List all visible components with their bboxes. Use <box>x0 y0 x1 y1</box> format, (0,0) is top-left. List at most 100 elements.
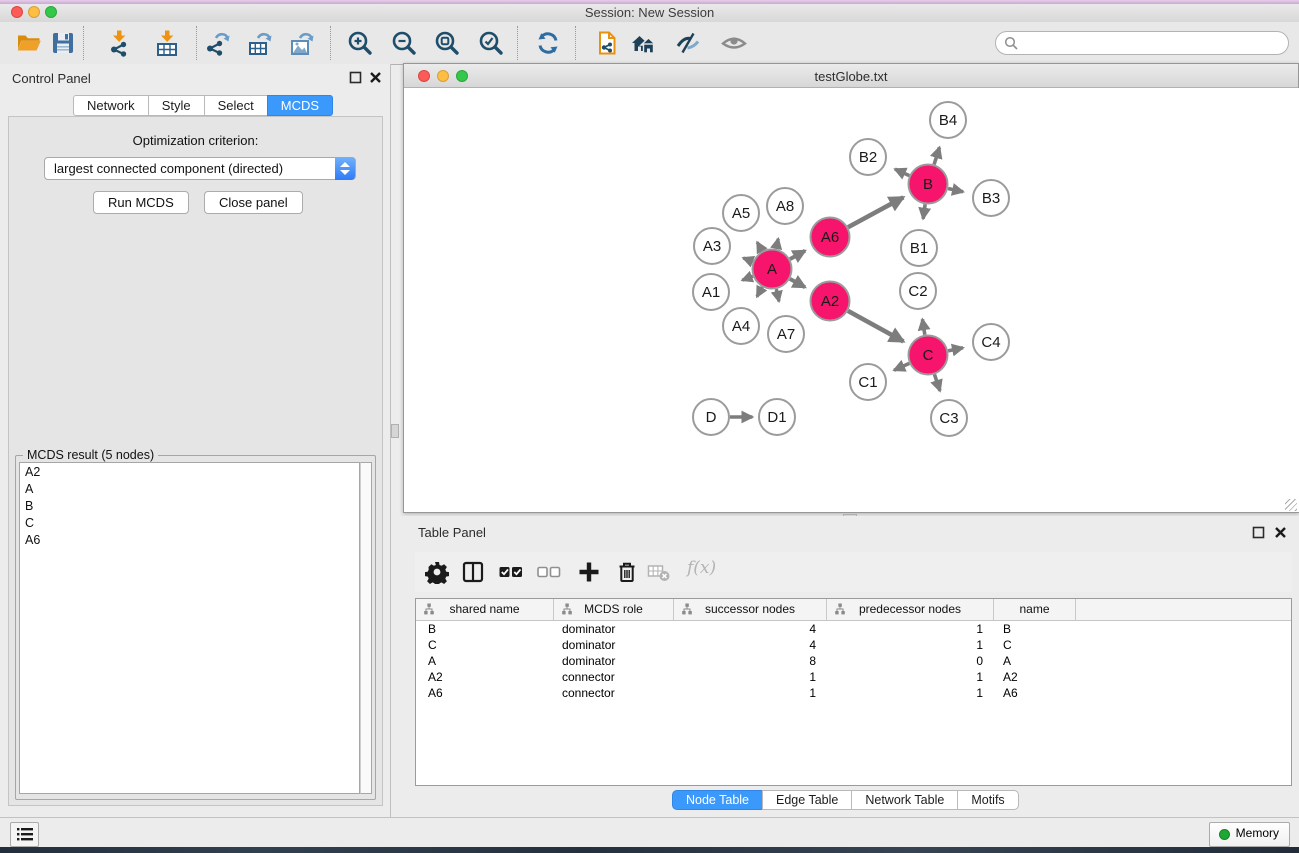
add-column-icon[interactable] <box>577 560 601 584</box>
node-A6[interactable]: A6 <box>811 218 850 257</box>
edge-C-C1[interactable] <box>894 363 909 370</box>
table-cell[interactable]: dominator <box>554 637 674 653</box>
save-session-icon[interactable] <box>49 29 77 57</box>
hide-labels-icon[interactable] <box>674 29 702 57</box>
select-all-icon[interactable] <box>499 560 523 584</box>
network-graph[interactable]: B4B2BB3A8A5A6A3B1AC2A1A2A4A7C4CC1DD1C3 <box>405 88 1299 512</box>
node-A3[interactable]: A3 <box>694 228 730 264</box>
edge-A-A4[interactable] <box>757 287 762 297</box>
tab-select[interactable]: Select <box>204 95 268 116</box>
table-row[interactable]: Bdominator41B <box>416 621 1291 637</box>
node-A4[interactable]: A4 <box>723 308 759 344</box>
table-row[interactable]: Adominator80A <box>416 653 1291 669</box>
zoom-in-icon[interactable] <box>346 29 374 57</box>
table-cell[interactable]: 4 <box>674 621 827 637</box>
node-A2[interactable]: A2 <box>811 282 850 321</box>
deselect-all-icon[interactable] <box>537 560 561 584</box>
table-cell[interactable]: 8 <box>674 653 827 669</box>
window-resize-grip[interactable] <box>1285 499 1297 511</box>
column-visibility-icon[interactable] <box>461 560 485 584</box>
node-C2[interactable]: C2 <box>900 273 936 309</box>
refresh-icon[interactable] <box>534 29 562 57</box>
column-header-shared-name[interactable]: shared name <box>416 599 554 620</box>
column-header-successor-nodes[interactable]: successor nodes <box>674 599 827 620</box>
float-panel-icon[interactable] <box>349 71 362 84</box>
table-cell[interactable]: dominator <box>554 621 674 637</box>
table-cell[interactable]: B <box>994 621 1076 637</box>
table-row[interactable]: A6connector11A6 <box>416 685 1291 701</box>
edge-B-B2[interactable] <box>895 169 909 175</box>
export-network-icon[interactable] <box>204 29 232 57</box>
delete-column-trash-icon[interactable] <box>615 560 639 584</box>
mcds-result-scrollbar[interactable] <box>360 462 372 794</box>
edge-A-A8[interactable] <box>776 239 778 249</box>
table-row[interactable]: Cdominator41C <box>416 637 1291 653</box>
memory-button[interactable]: Memory <box>1209 822 1290 847</box>
tab-network[interactable]: Network <box>73 95 149 116</box>
table-cell[interactable]: 0 <box>827 653 994 669</box>
table-cell[interactable]: 1 <box>827 669 994 685</box>
tab-edge-table[interactable]: Edge Table <box>762 790 852 810</box>
tab-motifs[interactable]: Motifs <box>957 790 1018 810</box>
run-mcds-button[interactable]: Run MCDS <box>93 191 189 214</box>
table-cell[interactable]: 4 <box>674 637 827 653</box>
table-cell[interactable]: C <box>416 637 554 653</box>
tab-mcds[interactable]: MCDS <box>267 95 333 116</box>
vertical-divider-grip[interactable] <box>391 424 399 438</box>
table-cell[interactable]: dominator <box>554 653 674 669</box>
edge-B-B3[interactable] <box>948 188 963 191</box>
node-C1[interactable]: C1 <box>850 364 886 400</box>
float-table-panel-icon[interactable] <box>1252 526 1265 539</box>
search-input[interactable] <box>1024 34 1283 54</box>
table-cell[interactable]: connector <box>554 669 674 685</box>
table-cell[interactable]: C <box>994 637 1076 653</box>
export-image-icon[interactable] <box>288 29 316 57</box>
mcds-result-list[interactable]: A2ABCA6 <box>19 462 360 794</box>
column-header-name[interactable]: name <box>994 599 1076 620</box>
node-B4[interactable]: B4 <box>930 102 966 138</box>
node-C3[interactable]: C3 <box>931 400 967 436</box>
task-history-button[interactable] <box>10 822 39 847</box>
table-cell[interactable]: A2 <box>994 669 1076 685</box>
node-A5[interactable]: A5 <box>723 195 759 231</box>
mcds-result-item[interactable]: C <box>20 514 359 531</box>
edge-A-A1[interactable] <box>742 276 753 280</box>
close-panel-button[interactable]: Close panel <box>204 191 303 214</box>
table-cell[interactable]: 1 <box>674 685 827 701</box>
node-A7[interactable]: A7 <box>768 316 804 352</box>
node-A[interactable]: A <box>753 250 792 289</box>
open-network-file-icon[interactable] <box>592 29 620 57</box>
edge-C-C3[interactable] <box>934 374 939 390</box>
node-C[interactable]: C <box>909 336 948 375</box>
edge-C-C2[interactable] <box>922 319 924 334</box>
table-cell[interactable]: A6 <box>994 685 1076 701</box>
criterion-dropdown[interactable]: largest connected component (directed) <box>44 157 356 180</box>
tab-node-table[interactable]: Node Table <box>672 790 763 810</box>
edge-B-B4[interactable] <box>934 147 939 164</box>
table-cell[interactable]: A <box>416 653 554 669</box>
table-cell[interactable]: B <box>416 621 554 637</box>
table-cell[interactable]: 1 <box>827 621 994 637</box>
mcds-result-item[interactable]: A6 <box>20 531 359 548</box>
node-A1[interactable]: A1 <box>693 274 729 310</box>
node-table[interactable]: shared nameMCDS rolesuccessor nodesprede… <box>415 598 1292 786</box>
close-panel-icon[interactable] <box>369 71 382 84</box>
table-cell[interactable]: 1 <box>827 637 994 653</box>
network-window-titlebar[interactable]: testGlobe.txt <box>404 64 1298 88</box>
edge-A-A3[interactable] <box>743 258 753 262</box>
node-B2[interactable]: B2 <box>850 139 886 175</box>
mcds-result-item[interactable]: A2 <box>20 463 359 480</box>
function-builder-icon[interactable]: f(x) <box>687 558 711 582</box>
show-graphics-eye-icon[interactable] <box>720 29 748 57</box>
network-canvas[interactable]: B4B2BB3A8A5A6A3B1AC2A1A2A4A7C4CC1DD1C3 <box>405 88 1299 512</box>
edge-B-B1[interactable] <box>923 204 925 218</box>
tab-style[interactable]: Style <box>148 95 205 116</box>
node-B1[interactable]: B1 <box>901 230 937 266</box>
import-network-icon[interactable] <box>105 29 133 57</box>
import-table-icon[interactable] <box>153 29 181 57</box>
table-cell[interactable]: 1 <box>827 685 994 701</box>
zoom-selected-icon[interactable] <box>477 29 505 57</box>
mcds-result-item[interactable]: B <box>20 497 359 514</box>
edge-A6-B[interactable] <box>848 197 903 227</box>
table-cell[interactable]: A6 <box>416 685 554 701</box>
